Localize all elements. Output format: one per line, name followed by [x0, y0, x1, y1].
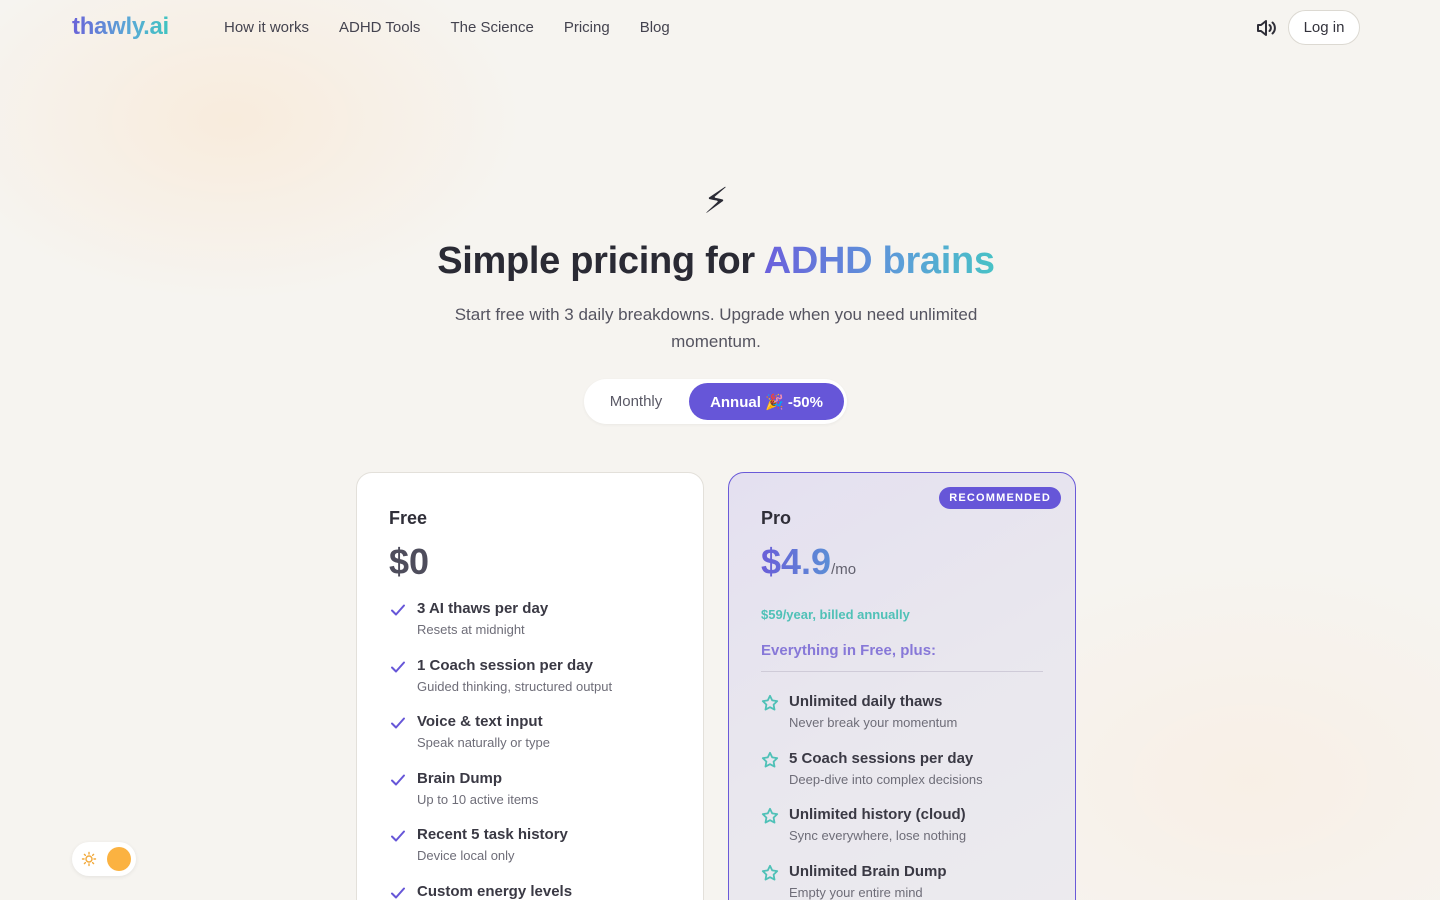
check-icon — [391, 774, 405, 785]
billing-toggle: Monthly Annual 🎉 -50% — [584, 379, 847, 424]
login-button[interactable]: Log in — [1288, 10, 1360, 45]
nav-link-adhd-tools[interactable]: ADHD Tools — [339, 19, 420, 36]
monthly-option[interactable]: Monthly — [584, 379, 688, 424]
nav-link-the-science[interactable]: The Science — [450, 19, 533, 36]
billing-note: $59/year, billed annually — [761, 607, 910, 622]
feature-title: Unlimited daily thaws — [789, 693, 943, 710]
feature-title: Recent 5 task history — [417, 826, 568, 843]
plan-name: Pro — [761, 508, 792, 528]
feature-title: Voice & text input — [417, 713, 543, 730]
feature-desc: Deep-dive into complex decisions — [789, 771, 983, 787]
feature-title: Unlimited Brain Dump — [789, 862, 947, 880]
feature-desc: Sync everywhere, lose nothing — [789, 828, 967, 843]
star-icon — [761, 864, 779, 880]
feature-desc: Guided thinking, structured output — [417, 678, 613, 694]
feature-item: Unlimited daily thaws Never break your m… — [761, 692, 1043, 749]
check-icon — [391, 887, 405, 898]
feature-item: Unlimited Brain Dump Empty your entire m… — [761, 862, 1043, 900]
feature-item: Unlimited history (cloud) Sync everywher… — [761, 805, 1043, 862]
recommended-badge: RECOMMENDED — [939, 487, 1061, 509]
plan-name: Free — [389, 508, 428, 528]
feature-title: 1 Coach session per day — [417, 656, 593, 674]
feature-title: 5 Coach sessions per day — [789, 749, 974, 767]
nav-link-how-it-works[interactable]: How it works — [224, 19, 309, 36]
feature-title: Brain Dump — [417, 769, 503, 787]
star-icon — [761, 751, 779, 767]
feature-desc: Never break your momentum — [789, 715, 958, 730]
feature-desc: Up to 10 active items — [417, 791, 539, 807]
feature-list: 3 AI thaws per day Resets at midnight 1 … — [389, 599, 671, 900]
feature-desc: Resets at midnight — [417, 622, 525, 637]
logo[interactable]: thawly.ai — [72, 13, 169, 41]
plan-card-free: Free $0 3 AI thaws per day Resets at mid… — [356, 472, 704, 900]
feature-title: Unlimited history (cloud) — [789, 806, 966, 823]
check-icon — [391, 604, 405, 616]
feature-list: Unlimited daily thaws Never break your m… — [761, 692, 1043, 900]
feature-desc: Device local only — [417, 848, 515, 863]
nav-link-blog[interactable]: Blog — [640, 19, 670, 36]
feature-desc: Empty your entire mind — [789, 884, 923, 900]
plan-price: $0 — [389, 541, 430, 582]
lightning-bolt-icon: ⚡ — [703, 180, 729, 221]
check-icon — [391, 830, 405, 842]
plus-label: Everything in Free, plus: — [761, 642, 1043, 672]
hero-subtitle: Start free with 3 daily breakdowns. Upgr… — [454, 305, 978, 351]
star-icon — [761, 694, 779, 711]
check-icon — [391, 661, 405, 672]
plan-card-pro: RECOMMENDED Pro $4.9/mo $59/year, billed… — [728, 472, 1076, 900]
nav-links: How it works ADHD Tools The Science Pric… — [224, 19, 670, 36]
feature-item: Brain Dump Up to 10 active items — [389, 769, 671, 826]
theme-toggle[interactable] — [72, 842, 136, 876]
nav-link-pricing[interactable]: Pricing — [564, 19, 610, 36]
feature-item: 5 Coach sessions per day Deep-dive into … — [761, 749, 1043, 806]
feature-item: Voice & text input Speak naturally or ty… — [389, 712, 671, 769]
feature-item: Custom energy levels — [389, 882, 671, 900]
feature-item: Recent 5 task history Device local only — [389, 825, 671, 882]
feature-title: Custom energy levels — [417, 882, 573, 900]
background-glow — [0, 0, 1440, 900]
star-icon — [761, 807, 779, 824]
page-title: Simple pricing for ADHD brains — [0, 240, 1432, 283]
feature-item: 3 AI thaws per day Resets at midnight — [389, 599, 671, 656]
title-prefix: Simple pricing for — [437, 240, 764, 282]
toggle-knob — [107, 847, 131, 871]
feature-item: 1 Coach session per day Guided thinking,… — [389, 656, 671, 713]
plan-price: $4.9/mo — [761, 541, 1043, 591]
annual-option[interactable]: Annual 🎉 -50% — [689, 383, 844, 420]
title-highlight: ADHD brains — [763, 240, 995, 282]
speaker-icon[interactable] — [1254, 16, 1278, 40]
feature-desc: Speak naturally or type — [417, 735, 550, 750]
feature-title: 3 AI thaws per day — [417, 600, 549, 617]
price-period: /mo — [831, 561, 857, 578]
sun-icon — [81, 851, 97, 867]
check-icon — [391, 717, 405, 729]
top-nav: thawly.ai How it works ADHD Tools The Sc… — [0, 0, 1440, 56]
price-amount: $4.9 — [761, 541, 832, 582]
